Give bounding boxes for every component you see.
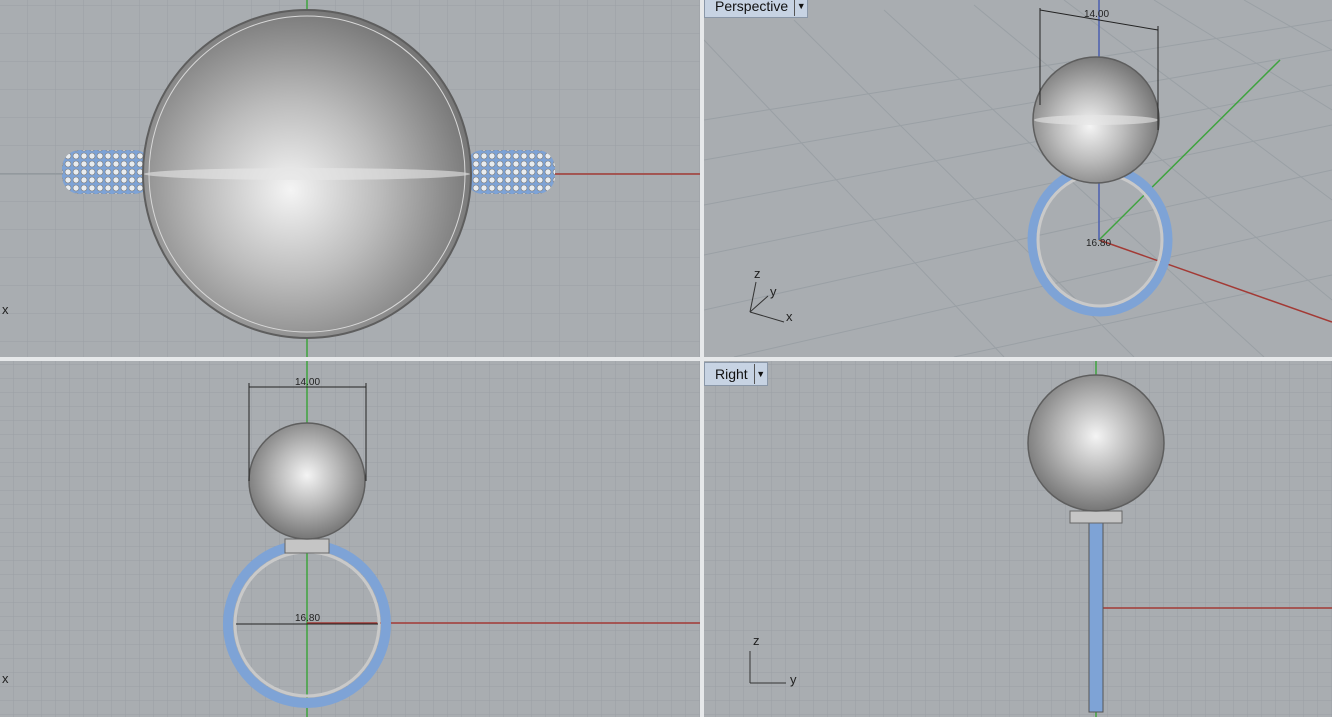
perspective-grid	[704, 0, 1332, 357]
viewport-title: Right	[715, 366, 748, 382]
triad-label-z: z	[753, 633, 760, 648]
grid	[704, 361, 1332, 717]
dimension-ring-label: 16.80	[1086, 238, 1111, 249]
viewport-top[interactable]: x	[0, 0, 700, 357]
triad-label-x: x	[786, 309, 793, 324]
axis-triad	[749, 281, 785, 323]
perspective-view-canvas[interactable]: 14.00 16.80	[704, 0, 1332, 357]
axis-label-x: x	[2, 302, 9, 317]
right-view-canvas[interactable]	[704, 361, 1332, 717]
triad-label-y: y	[770, 284, 777, 299]
viewport-front[interactable]: 14.00 16.80 x	[0, 361, 700, 717]
viewport-tab-right[interactable]: Right ▼	[704, 362, 768, 386]
viewport-divider-horizontal[interactable]	[0, 357, 1332, 361]
viewport-title: Perspective	[715, 0, 789, 14]
chevron-down-icon[interactable]: ▼	[753, 364, 767, 384]
ring-head	[1069, 510, 1123, 524]
dimension-ring-label: 16.80	[295, 613, 320, 624]
dimension-top-label: 14.00	[1084, 9, 1109, 20]
dimension-top-label: 14.00	[295, 377, 320, 388]
pearl-sphere[interactable]	[1027, 374, 1165, 512]
chevron-down-icon[interactable]: ▼	[794, 0, 807, 16]
triad-label-z: z	[754, 266, 761, 281]
x-axis-line	[1098, 239, 1332, 323]
viewport-perspective[interactable]: 14.00 16.80 Perspective ▼ z y x	[704, 0, 1332, 357]
grid	[0, 361, 700, 717]
top-view-canvas[interactable]	[0, 0, 700, 357]
axis-label-x: x	[2, 671, 9, 686]
pearl-sphere[interactable]	[248, 422, 366, 540]
front-view-canvas[interactable]: 14.00 16.80	[0, 361, 700, 717]
ring-shank-right[interactable]	[465, 150, 555, 194]
sphere-seam	[1034, 115, 1158, 125]
ring-head	[284, 538, 330, 554]
ring-shank-left[interactable]	[62, 150, 152, 194]
sphere-seam	[144, 168, 470, 180]
viewport-tab-perspective[interactable]: Perspective ▼	[704, 0, 809, 18]
viewport-right[interactable]: Right ▼ z y	[704, 361, 1332, 717]
triad-label-y: y	[790, 672, 797, 687]
ring-shank-side[interactable]	[1088, 515, 1104, 713]
